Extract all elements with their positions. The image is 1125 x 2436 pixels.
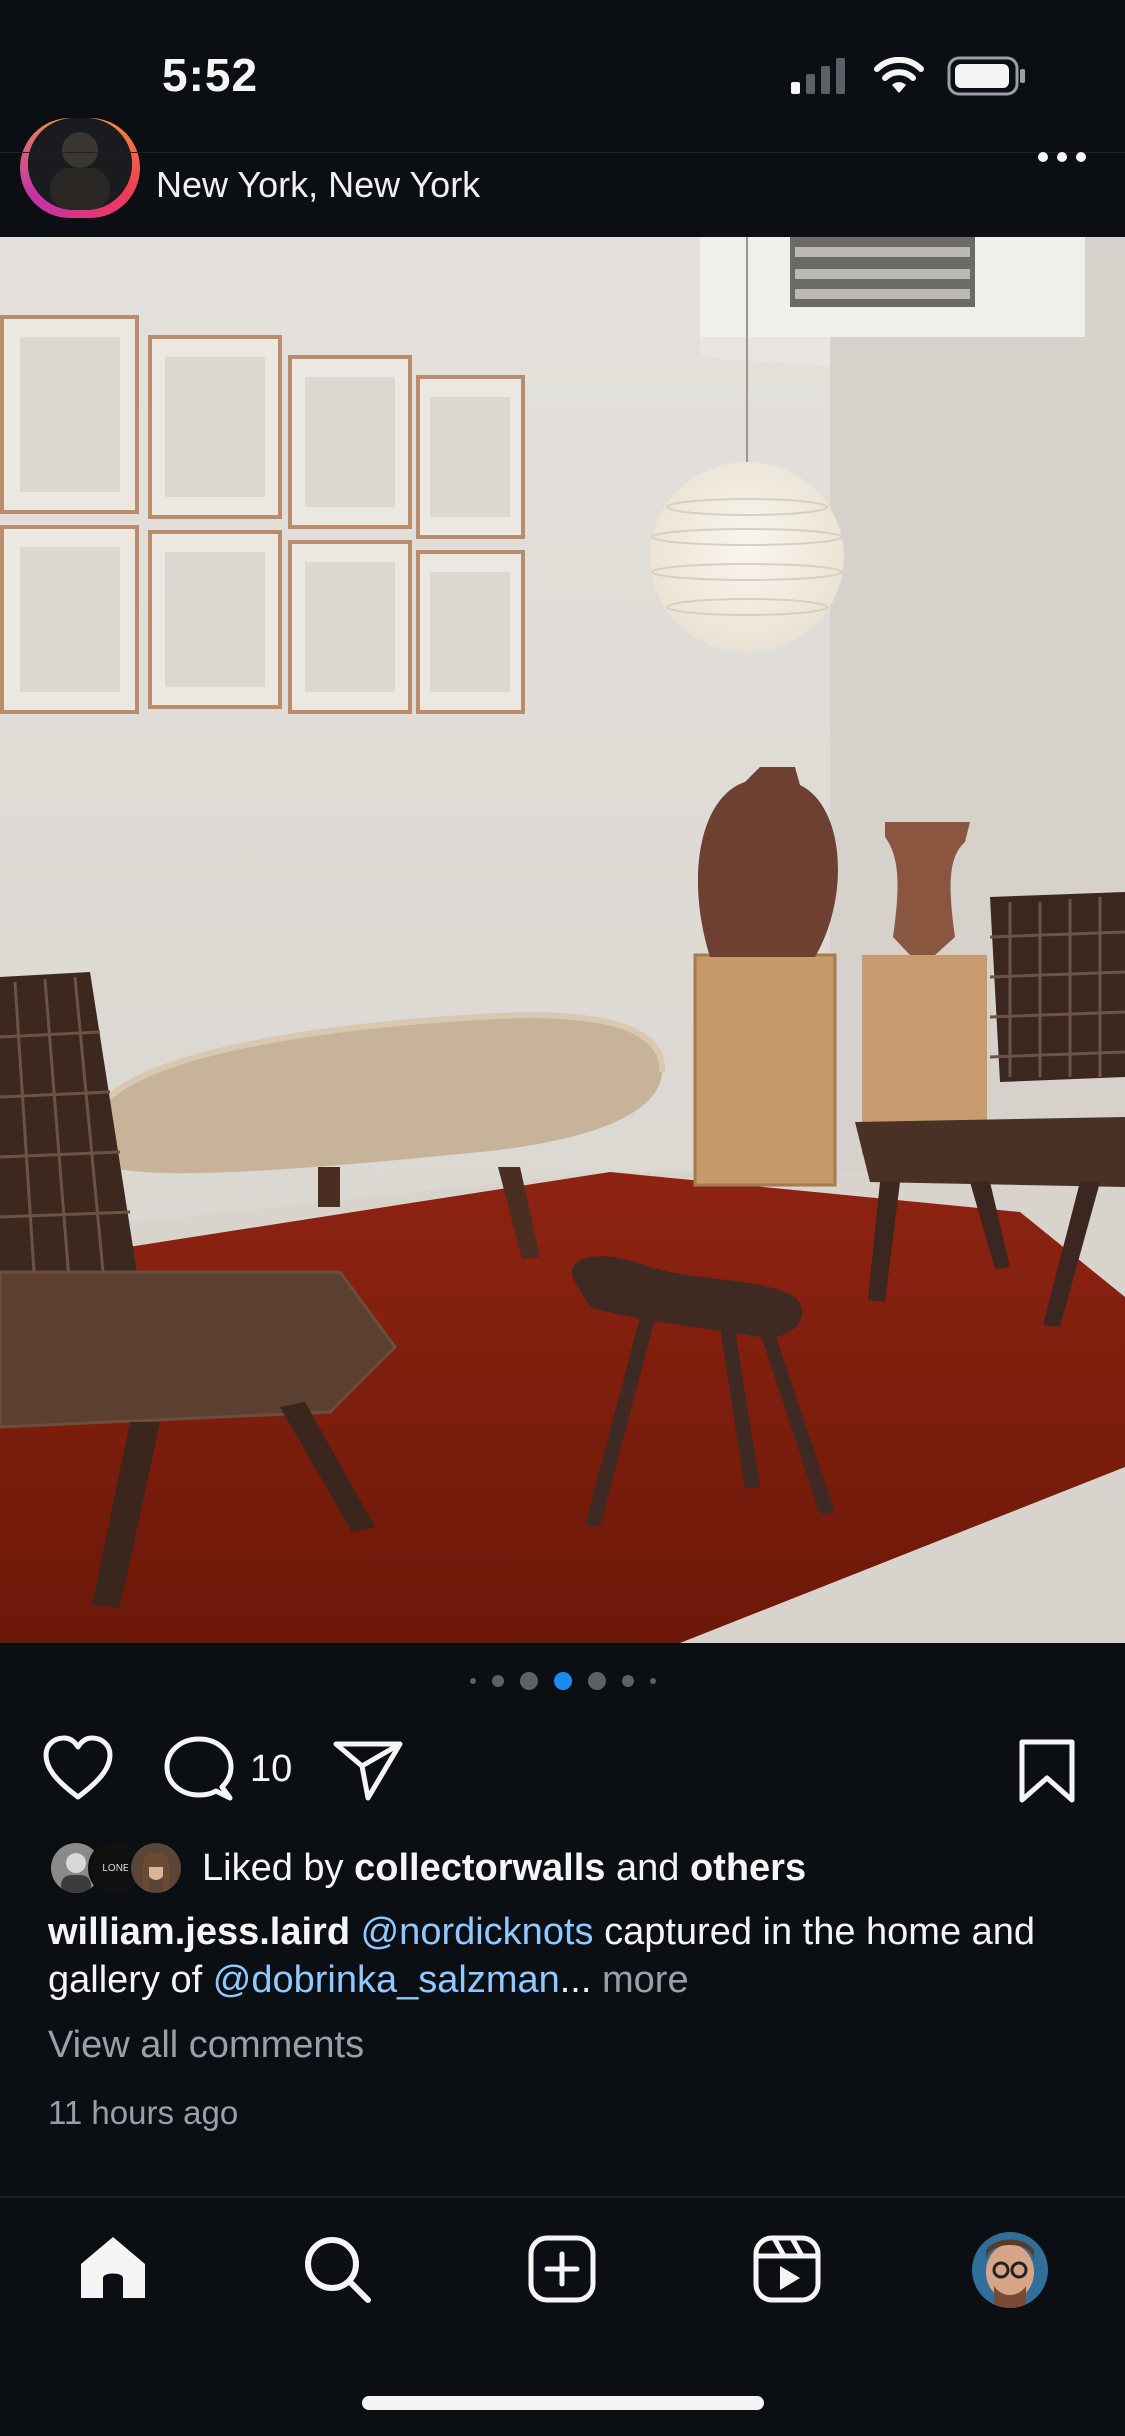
comment-icon[interactable] [164,1735,234,1803]
liker-username[interactable]: collectorwalls [354,1847,605,1889]
profile-avatar[interactable] [972,2232,1048,2308]
caption-mention[interactable]: @nordicknots [361,1911,594,1953]
carousel-dot [469,1678,476,1684]
reels-icon[interactable] [752,2234,822,2304]
author-avatar[interactable] [28,118,132,210]
post-location[interactable]: New York, New York [156,164,480,206]
bookmark-icon[interactable] [1018,1738,1076,1804]
home-indicator [362,2396,764,2410]
share-icon[interactable] [332,1738,404,1802]
view-all-comments-link[interactable]: View all comments [48,2024,364,2067]
tab-bar [0,2198,1125,2348]
status-time: 5:52 [162,49,259,101]
post-image[interactable] [0,237,1125,1643]
header-divider [0,152,1125,153]
status-icons [791,56,1027,96]
battery-icon [947,56,1025,96]
carousel-indicator [0,1672,1125,1690]
wifi-icon [874,57,924,93]
heart-icon[interactable] [42,1735,114,1801]
likes-others[interactable]: others [690,1847,806,1889]
more-icon[interactable] [1037,150,1087,164]
carousel-dot [621,1675,634,1687]
caption-mention[interactable]: @dobrinka_salzman [213,1959,560,2001]
likes-text[interactable]: Liked by collectorwalls and others [202,1847,806,1890]
post-timestamp: 11 hours ago [48,2094,239,2131]
likes-row[interactable]: LONE Liked by collectorwalls and others [48,1838,806,1898]
comment-count: 10 [250,1748,293,1790]
carousel-dot [491,1675,504,1687]
home-icon[interactable] [78,2234,148,2302]
carousel-dot [649,1678,656,1684]
signal-icon [791,58,845,94]
create-icon[interactable] [527,2234,597,2304]
caption-author[interactable]: william.jess.laird [48,1911,350,1953]
carousel-dot-active [553,1672,572,1690]
liker-avatar [128,1840,184,1896]
carousel-dot [587,1672,606,1690]
carousel-dot [519,1672,538,1690]
caption-ellipsis: ... [559,1959,592,2001]
post-caption: william.jess.laird @nordicknots captured… [48,1908,1078,2004]
search-icon[interactable] [302,2234,372,2304]
caption-more-link[interactable]: more [602,1959,689,2001]
